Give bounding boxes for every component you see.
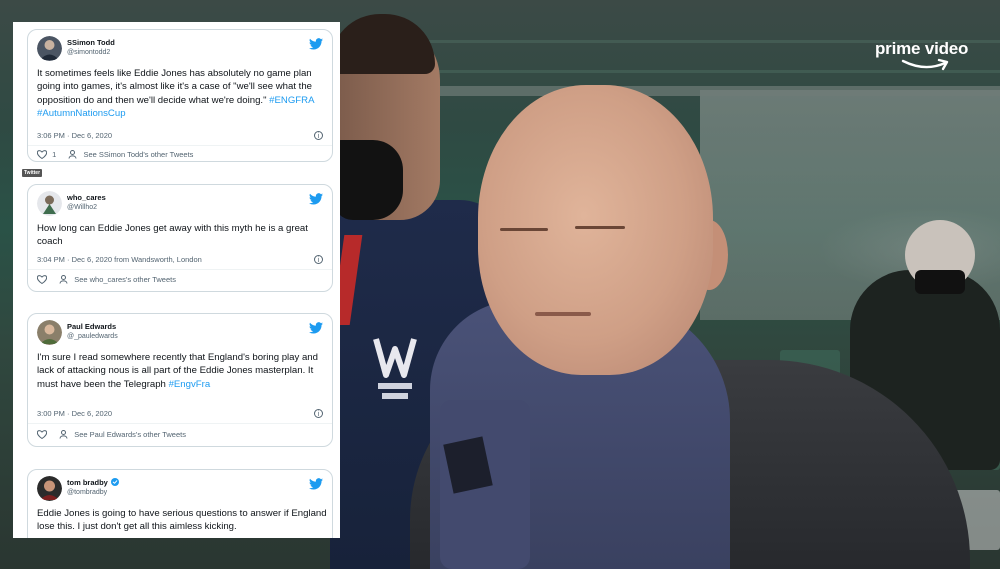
twitter-bird-icon[interactable]: [309, 322, 323, 334]
divider: [28, 145, 332, 146]
person-icon: [59, 430, 68, 439]
avatar[interactable]: [37, 476, 62, 501]
tweet-author-name[interactable]: who_cares: [67, 193, 106, 202]
tweet-author-name[interactable]: tom bradby: [67, 478, 119, 487]
tweet-text: Eddie Jones is going to have serious que…: [37, 507, 327, 534]
twitter-label: Twitter: [22, 169, 43, 177]
staff-member-hair: [330, 14, 435, 74]
coach-eye-right: [575, 226, 625, 229]
tweet-hashtags[interactable]: #EngvFra: [169, 379, 211, 390]
verified-badge-icon: [110, 478, 119, 486]
avatar[interactable]: [37, 320, 62, 345]
smile-arrow-icon: [901, 58, 949, 71]
like-count: 1: [52, 150, 57, 159]
embedded-tweet[interactable]: tom bradby @tombradby Eddie Jones is goi…: [27, 469, 333, 538]
prime-video-logo-text: prime video: [875, 39, 969, 58]
tweet-text: It sometimes feels like Eddie Jones has …: [37, 67, 327, 121]
tweet-author-handle[interactable]: @simontodd2: [67, 49, 110, 56]
coach-eye-left: [500, 228, 548, 231]
tweet-author-handle[interactable]: @tombradby: [67, 489, 107, 496]
world-rugby-logo: [373, 338, 417, 399]
tweet-author-handle[interactable]: @Willho2: [67, 204, 97, 211]
tweet-actions: See Paul Edwards's other Tweets: [37, 430, 186, 439]
embedded-tweet[interactable]: who_cares @Willho2 How long can Eddie Jo…: [27, 184, 333, 292]
tweet-author-name[interactable]: Paul Edwards: [67, 322, 116, 331]
person-icon: [59, 275, 68, 284]
avatar[interactable]: [37, 36, 62, 61]
tweet-author-name-text[interactable]: tom bradby: [67, 478, 108, 487]
embedded-tweet[interactable]: Paul Edwards @_pauledwards I'm sure I re…: [27, 313, 333, 447]
twitter-bird-icon[interactable]: [309, 193, 323, 205]
tweet-author-handle[interactable]: @_pauledwards: [67, 333, 118, 340]
tweet-text-plain: Eddie Jones is going to have serious que…: [37, 508, 327, 533]
person-icon: [68, 150, 77, 159]
tweet-timestamp[interactable]: 3:06 PM · Dec 6, 2020: [37, 131, 112, 140]
twitter-bird-icon[interactable]: [309, 478, 323, 490]
tweet-timestamp[interactable]: 3:00 PM · Dec 6, 2020: [37, 409, 112, 418]
see-other-tweets-link[interactable]: See SSimon Todd's other Tweets: [83, 150, 193, 159]
tweet-actions: See who_cares's other Tweets: [37, 275, 176, 284]
see-other-tweets-link[interactable]: See who_cares's other Tweets: [74, 275, 176, 284]
avatar[interactable]: [37, 191, 62, 216]
coach-mouth: [535, 312, 591, 316]
tweet-author-name[interactable]: SSimon Todd: [67, 38, 115, 47]
heart-icon[interactable]: [37, 275, 47, 284]
prime-video-logo: prime video: [875, 40, 970, 72]
heart-icon[interactable]: [37, 430, 47, 439]
info-icon[interactable]: i: [314, 131, 323, 140]
face-mask: [333, 140, 403, 220]
info-icon[interactable]: i: [314, 255, 323, 264]
spectator-mask: [915, 270, 965, 294]
tweet-timestamp[interactable]: 3:04 PM · Dec 6, 2020 from Wandsworth, L…: [37, 255, 202, 264]
tweet-actions: 1 See SSimon Todd's other Tweets: [37, 150, 193, 159]
tweet-text-plain: How long can Eddie Jones get away with t…: [37, 223, 308, 248]
tweet-text: I'm sure I read somewhere recently that …: [37, 351, 327, 391]
tweets-panel: SSimon Todd @simontodd2 It sometimes fee…: [13, 22, 340, 538]
stadium-railing: [440, 86, 1000, 96]
embedded-tweet[interactable]: SSimon Todd @simontodd2 It sometimes fee…: [27, 29, 333, 162]
tweet-text: How long can Eddie Jones get away with t…: [37, 222, 327, 249]
heart-icon[interactable]: [37, 150, 47, 159]
twitter-bird-icon[interactable]: [309, 38, 323, 50]
divider: [28, 423, 332, 424]
divider: [28, 269, 332, 270]
info-icon[interactable]: i: [314, 409, 323, 418]
see-other-tweets-link[interactable]: See Paul Edwards's other Tweets: [74, 430, 186, 439]
